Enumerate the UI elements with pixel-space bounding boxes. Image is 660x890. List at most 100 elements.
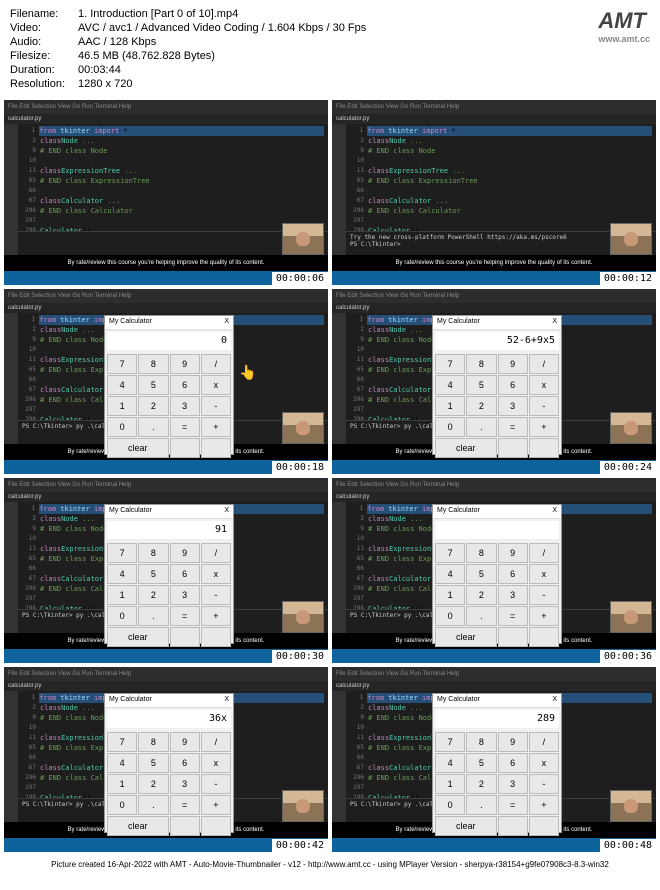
vscode-menubar[interactable]: File Edit Selection View Go Run Terminal… xyxy=(4,478,328,492)
editor-tab[interactable]: calculator.py xyxy=(332,492,656,502)
calculator-window[interactable]: My CalculatorX 289 789/456x123-0.=+ clea… xyxy=(432,693,562,833)
calc-btn-4[interactable]: 4 xyxy=(435,375,465,395)
calc-btn-/[interactable]: / xyxy=(201,354,231,374)
editor-tab[interactable]: calculator.py xyxy=(332,303,656,313)
calc-btn-/[interactable]: / xyxy=(201,543,231,563)
calc-btn-6[interactable]: 6 xyxy=(170,375,200,395)
calc-btn-9[interactable]: 9 xyxy=(498,354,528,374)
close-icon[interactable]: X xyxy=(552,318,557,327)
calc-btn-.[interactable]: . xyxy=(138,606,168,626)
calc-btn-3[interactable]: 3 xyxy=(170,396,200,416)
calc-btn-8[interactable]: 8 xyxy=(138,732,168,752)
close-icon[interactable]: X xyxy=(224,696,229,705)
calc-btn-+[interactable]: + xyxy=(529,795,559,815)
activity-bar[interactable] xyxy=(4,502,18,633)
calc-btn-6[interactable]: 6 xyxy=(498,375,528,395)
calc-btn-4[interactable]: 4 xyxy=(435,753,465,773)
close-icon[interactable]: X xyxy=(224,507,229,516)
calc-btn-1[interactable]: 1 xyxy=(107,585,137,605)
calc-btn-0[interactable]: 0 xyxy=(435,417,465,437)
calc-btn-+[interactable]: + xyxy=(529,417,559,437)
activity-bar[interactable] xyxy=(332,691,346,822)
calc-btn-0[interactable]: 0 xyxy=(435,606,465,626)
calc-btn-/[interactable]: / xyxy=(529,732,559,752)
calc-btn-7[interactable]: 7 xyxy=(107,354,137,374)
close-icon[interactable]: X xyxy=(552,507,557,516)
calc-btn-7[interactable]: 7 xyxy=(107,543,137,563)
calc-btn-+[interactable]: + xyxy=(529,606,559,626)
calc-btn-1[interactable]: 1 xyxy=(435,774,465,794)
calc-btn--[interactable]: - xyxy=(529,774,559,794)
calc-btn--[interactable]: - xyxy=(201,774,231,794)
calculator-window[interactable]: My CalculatorX 0 789/456x123-0.=+ clear xyxy=(104,315,234,455)
calc-btn-6[interactable]: 6 xyxy=(498,564,528,584)
calc-btn-5[interactable]: 5 xyxy=(138,564,168,584)
calc-btn-8[interactable]: 8 xyxy=(138,543,168,563)
calc-btn-3[interactable]: 3 xyxy=(170,774,200,794)
vscode-menubar[interactable]: File Edit Selection View Go Run Terminal… xyxy=(332,667,656,681)
calc-btn-0[interactable]: 0 xyxy=(107,417,137,437)
calc-btn-x[interactable]: x xyxy=(201,753,231,773)
calc-btn-=[interactable]: = xyxy=(498,795,528,815)
calc-btn-+[interactable]: + xyxy=(201,417,231,437)
calc-btn-4[interactable]: 4 xyxy=(107,753,137,773)
calc-btn-5[interactable]: 5 xyxy=(138,753,168,773)
calc-btn-7[interactable]: 7 xyxy=(435,732,465,752)
calculator-window[interactable]: My CalculatorX 36x 789/456x123-0.=+ clea… xyxy=(104,693,234,833)
calc-btn-=[interactable]: = xyxy=(170,795,200,815)
calc-btn-/[interactable]: / xyxy=(529,354,559,374)
calc-btn-x[interactable]: x xyxy=(201,564,231,584)
calculator-window[interactable]: My CalculatorX 52-6+9x5 789/456x123-0.=+… xyxy=(432,315,562,455)
calc-btn-5[interactable]: 5 xyxy=(466,753,496,773)
calc-btn-9[interactable]: 9 xyxy=(498,543,528,563)
calc-btn-3[interactable]: 3 xyxy=(498,585,528,605)
calc-btn-.[interactable]: . xyxy=(466,417,496,437)
vscode-menubar[interactable]: File Edit Selection View Go Run Terminal… xyxy=(4,100,328,114)
vscode-menubar[interactable]: File Edit Selection View Go Run Terminal… xyxy=(332,289,656,303)
activity-bar[interactable] xyxy=(332,124,346,255)
calc-btn-5[interactable]: 5 xyxy=(138,375,168,395)
calc-btn-6[interactable]: 6 xyxy=(170,564,200,584)
calc-btn-.[interactable]: . xyxy=(138,417,168,437)
calc-btn-7[interactable]: 7 xyxy=(435,354,465,374)
calc-btn-2[interactable]: 2 xyxy=(138,774,168,794)
calc-btn-2[interactable]: 2 xyxy=(466,774,496,794)
calc-btn-1[interactable]: 1 xyxy=(435,396,465,416)
calc-clear-button[interactable]: clear xyxy=(435,438,497,458)
activity-bar[interactable] xyxy=(332,313,346,444)
close-icon[interactable]: X xyxy=(552,696,557,705)
calculator-window[interactable]: My CalculatorX 789/456x123-0.=+ clear xyxy=(432,504,562,644)
calc-btn-8[interactable]: 8 xyxy=(466,354,496,374)
vscode-menubar[interactable]: File Edit Selection View Go Run Terminal… xyxy=(4,289,328,303)
calc-btn-4[interactable]: 4 xyxy=(107,375,137,395)
editor-tab[interactable]: calculator.py xyxy=(4,681,328,691)
calc-btn-9[interactable]: 9 xyxy=(170,354,200,374)
calc-btn-=[interactable]: = xyxy=(170,606,200,626)
calc-btn-0[interactable]: 0 xyxy=(107,606,137,626)
calc-btn-2[interactable]: 2 xyxy=(138,585,168,605)
calc-btn-8[interactable]: 8 xyxy=(466,732,496,752)
calc-btn-/[interactable]: / xyxy=(529,543,559,563)
vscode-menubar[interactable]: File Edit Selection View Go Run Terminal… xyxy=(332,100,656,114)
activity-bar[interactable] xyxy=(4,313,18,444)
calc-btn-2[interactable]: 2 xyxy=(466,585,496,605)
calc-btn-7[interactable]: 7 xyxy=(435,543,465,563)
calc-btn-1[interactable]: 1 xyxy=(107,396,137,416)
calc-btn--[interactable]: - xyxy=(201,585,231,605)
calc-btn-x[interactable]: x xyxy=(201,375,231,395)
editor-tab[interactable]: calculator.py xyxy=(4,303,328,313)
calc-btn--[interactable]: - xyxy=(529,396,559,416)
code-editor[interactable]: 1from tkinter import * 2class Node:... 9… xyxy=(346,124,656,238)
calc-btn-.[interactable]: . xyxy=(466,795,496,815)
calc-btn-=[interactable]: = xyxy=(170,417,200,437)
calc-clear-button[interactable]: clear xyxy=(435,627,497,647)
vscode-menubar[interactable]: File Edit Selection View Go Run Terminal… xyxy=(332,478,656,492)
calc-btn-9[interactable]: 9 xyxy=(498,732,528,752)
calc-btn-5[interactable]: 5 xyxy=(466,564,496,584)
calc-btn-3[interactable]: 3 xyxy=(498,774,528,794)
calc-btn-3[interactable]: 3 xyxy=(170,585,200,605)
close-icon[interactable]: X xyxy=(224,318,229,327)
calc-clear-button[interactable]: clear xyxy=(107,438,169,458)
calc-btn-=[interactable]: = xyxy=(498,606,528,626)
calc-btn-x[interactable]: x xyxy=(529,375,559,395)
